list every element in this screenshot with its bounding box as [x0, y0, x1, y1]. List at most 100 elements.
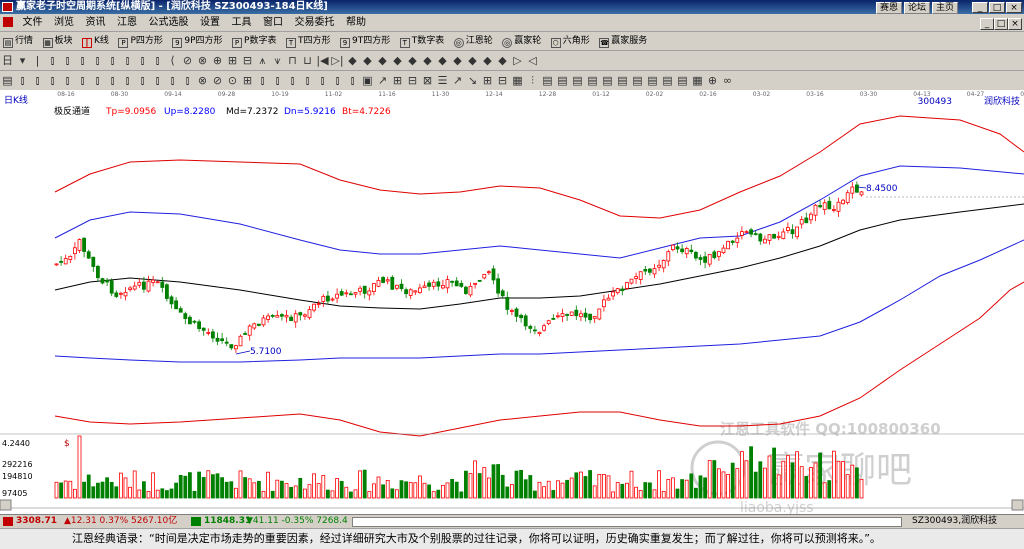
draw2-tool-25-icon[interactable]: ↗: [376, 74, 389, 87]
draw1-tool-32-icon[interactable]: ◆: [481, 54, 494, 67]
draw1-tool-33-icon[interactable]: ◆: [496, 54, 509, 67]
tool-t-table[interactable]: T T数字表: [397, 32, 448, 50]
draw1-tool-12-icon[interactable]: ⊘: [181, 54, 194, 67]
index2-value[interactable]: 11848.31: [204, 515, 251, 528]
minimize-button[interactable]: _: [972, 2, 988, 13]
draw2-tool-16-icon[interactable]: ⊞: [241, 74, 254, 87]
draw1-tool-17-icon[interactable]: ⩚: [256, 54, 269, 67]
draw2-tool-37-icon[interactable]: ▤: [556, 74, 569, 87]
draw2-tool-0-icon[interactable]: ▤: [1, 74, 14, 87]
draw2-tool-45-icon[interactable]: ▤: [676, 74, 689, 87]
draw2-tool-22-icon[interactable]: ⫾: [331, 74, 344, 87]
index1-value[interactable]: 3308.71: [16, 515, 57, 528]
tool-winner-wheel[interactable]: ◎ 赢家轮: [499, 32, 544, 50]
draw2-tool-21-icon[interactable]: ⫾: [316, 74, 329, 87]
tool-service[interactable]: ☎ 赢家服务: [596, 32, 650, 50]
tool-p-square[interactable]: P P四方形: [115, 32, 165, 50]
menu-formula[interactable]: 公式选股: [145, 14, 193, 31]
draw2-tool-28-icon[interactable]: ⊠: [421, 74, 434, 87]
draw1-tool-24-icon[interactable]: ◆: [361, 54, 374, 67]
draw1-tool-28-icon[interactable]: ◆: [421, 54, 434, 67]
tool-gann-wheel[interactable]: ◎ 江恩轮: [451, 32, 496, 50]
draw2-tool-4-icon[interactable]: ⫾: [61, 74, 74, 87]
close-button[interactable]: ×: [1006, 2, 1022, 13]
draw2-tool-46-icon[interactable]: ▦: [691, 74, 704, 87]
draw2-tool-20-icon[interactable]: ⫾: [301, 74, 314, 87]
tool-t-square[interactable]: T T四方形: [283, 32, 334, 50]
draw2-tool-32-icon[interactable]: ⊞: [481, 74, 494, 87]
draw2-tool-47-icon[interactable]: ⊕: [706, 74, 719, 87]
mdi-maximize-button[interactable]: □: [994, 18, 1008, 30]
draw2-tool-5-icon[interactable]: ⫾: [76, 74, 89, 87]
draw1-tool-0-icon[interactable]: 日: [1, 54, 14, 67]
draw2-tool-29-icon[interactable]: ☰: [436, 74, 449, 87]
draw2-tool-19-icon[interactable]: ⫾: [286, 74, 299, 87]
draw2-tool-35-icon[interactable]: ⫶: [526, 74, 539, 87]
draw2-tool-13-icon[interactable]: ⊗: [196, 74, 209, 87]
menu-settings[interactable]: 设置: [196, 14, 224, 31]
draw1-tool-8-icon[interactable]: ⫾: [121, 54, 134, 67]
link-saien[interactable]: 赛恩: [875, 2, 902, 14]
draw2-tool-8-icon[interactable]: ⫾: [121, 74, 134, 87]
draw2-tool-9-icon[interactable]: ⫾: [136, 74, 149, 87]
draw1-tool-27-icon[interactable]: ◆: [406, 54, 419, 67]
draw2-tool-42-icon[interactable]: ▤: [631, 74, 644, 87]
draw2-tool-26-icon[interactable]: ⊞: [391, 74, 404, 87]
draw2-tool-43-icon[interactable]: ▤: [646, 74, 659, 87]
draw2-tool-38-icon[interactable]: ▤: [571, 74, 584, 87]
draw1-tool-14-icon[interactable]: ⊕: [211, 54, 224, 67]
draw2-tool-11-icon[interactable]: ⫾: [166, 74, 179, 87]
draw1-tool-21-icon[interactable]: |◀: [316, 54, 329, 67]
draw1-tool-11-icon[interactable]: ⟨: [166, 54, 179, 67]
draw2-tool-14-icon[interactable]: ⊘: [211, 74, 224, 87]
draw2-tool-34-icon[interactable]: ▦: [511, 74, 524, 87]
draw1-tool-18-icon[interactable]: ⩛: [271, 54, 284, 67]
draw2-tool-12-icon[interactable]: ⫾: [181, 74, 194, 87]
tool-sector[interactable]: ▦ 板块: [40, 32, 76, 50]
draw2-tool-18-icon[interactable]: ⫾: [271, 74, 284, 87]
draw2-tool-23-icon[interactable]: ⫾: [346, 74, 359, 87]
draw1-tool-9-icon[interactable]: ⫾: [136, 54, 149, 67]
document-icon[interactable]: [3, 17, 13, 27]
tool-p-table[interactable]: P P数字表: [229, 32, 279, 50]
menu-browse[interactable]: 浏览: [50, 14, 78, 31]
draw1-tool-31-icon[interactable]: ◆: [466, 54, 479, 67]
draw2-tool-36-icon[interactable]: ▤: [541, 74, 554, 87]
tool-9t-square[interactable]: 9 9T四方形: [337, 32, 393, 50]
draw1-tool-29-icon[interactable]: ◆: [436, 54, 449, 67]
menu-trade[interactable]: 交易委托: [291, 14, 339, 31]
menu-info[interactable]: 资讯: [82, 14, 110, 31]
draw2-tool-44-icon[interactable]: ▤: [661, 74, 674, 87]
kline-chart[interactable]: 08-16 08-30 09-14 09-28 10-19 11-02 11-16 11-30…: [0, 90, 1024, 516]
draw1-tool-13-icon[interactable]: ⊗: [196, 54, 209, 67]
draw2-tool-10-icon[interactable]: ⫾: [151, 74, 164, 87]
link-forum[interactable]: 论坛: [903, 2, 930, 14]
chart-svg[interactable]: 08-16 08-30 09-14 09-28 10-19 11-02 11-16 11-30…: [0, 90, 1024, 516]
draw1-tool-20-icon[interactable]: ⊔: [301, 54, 314, 67]
draw1-tool-5-icon[interactable]: ⫾: [76, 54, 89, 67]
draw1-tool-2-icon[interactable]: |: [31, 54, 44, 67]
draw1-tool-19-icon[interactable]: ⊓: [286, 54, 299, 67]
draw1-tool-4-icon[interactable]: ⫾: [61, 54, 74, 67]
draw2-tool-48-icon[interactable]: ∞: [721, 74, 734, 87]
draw2-tool-17-icon[interactable]: ⫾: [256, 74, 269, 87]
tool-kline[interactable]: ┃ K线: [79, 32, 112, 50]
draw1-tool-3-icon[interactable]: ⫾: [46, 54, 59, 67]
draw2-tool-15-icon[interactable]: ⊙: [226, 74, 239, 87]
draw2-tool-3-icon[interactable]: ⫾: [46, 74, 59, 87]
draw1-tool-30-icon[interactable]: ◆: [451, 54, 464, 67]
menu-help[interactable]: 帮助: [342, 14, 370, 31]
draw2-tool-2-icon[interactable]: ⫾: [31, 74, 44, 87]
draw2-tool-41-icon[interactable]: ▤: [616, 74, 629, 87]
draw1-tool-26-icon[interactable]: ◆: [391, 54, 404, 67]
app-icon[interactable]: [2, 2, 13, 12]
draw2-tool-33-icon[interactable]: ⊟: [496, 74, 509, 87]
draw2-tool-1-icon[interactable]: ⫾: [16, 74, 29, 87]
mdi-minimize-button[interactable]: _: [980, 18, 994, 30]
draw1-tool-35-icon[interactable]: ◁: [526, 54, 539, 67]
draw1-tool-10-icon[interactable]: ⫾: [151, 54, 164, 67]
draw2-tool-7-icon[interactable]: ⫾: [106, 74, 119, 87]
maximize-button[interactable]: □: [989, 2, 1005, 13]
draw1-tool-6-icon[interactable]: ⫾: [91, 54, 104, 67]
draw1-tool-34-icon[interactable]: ▷: [511, 54, 524, 67]
